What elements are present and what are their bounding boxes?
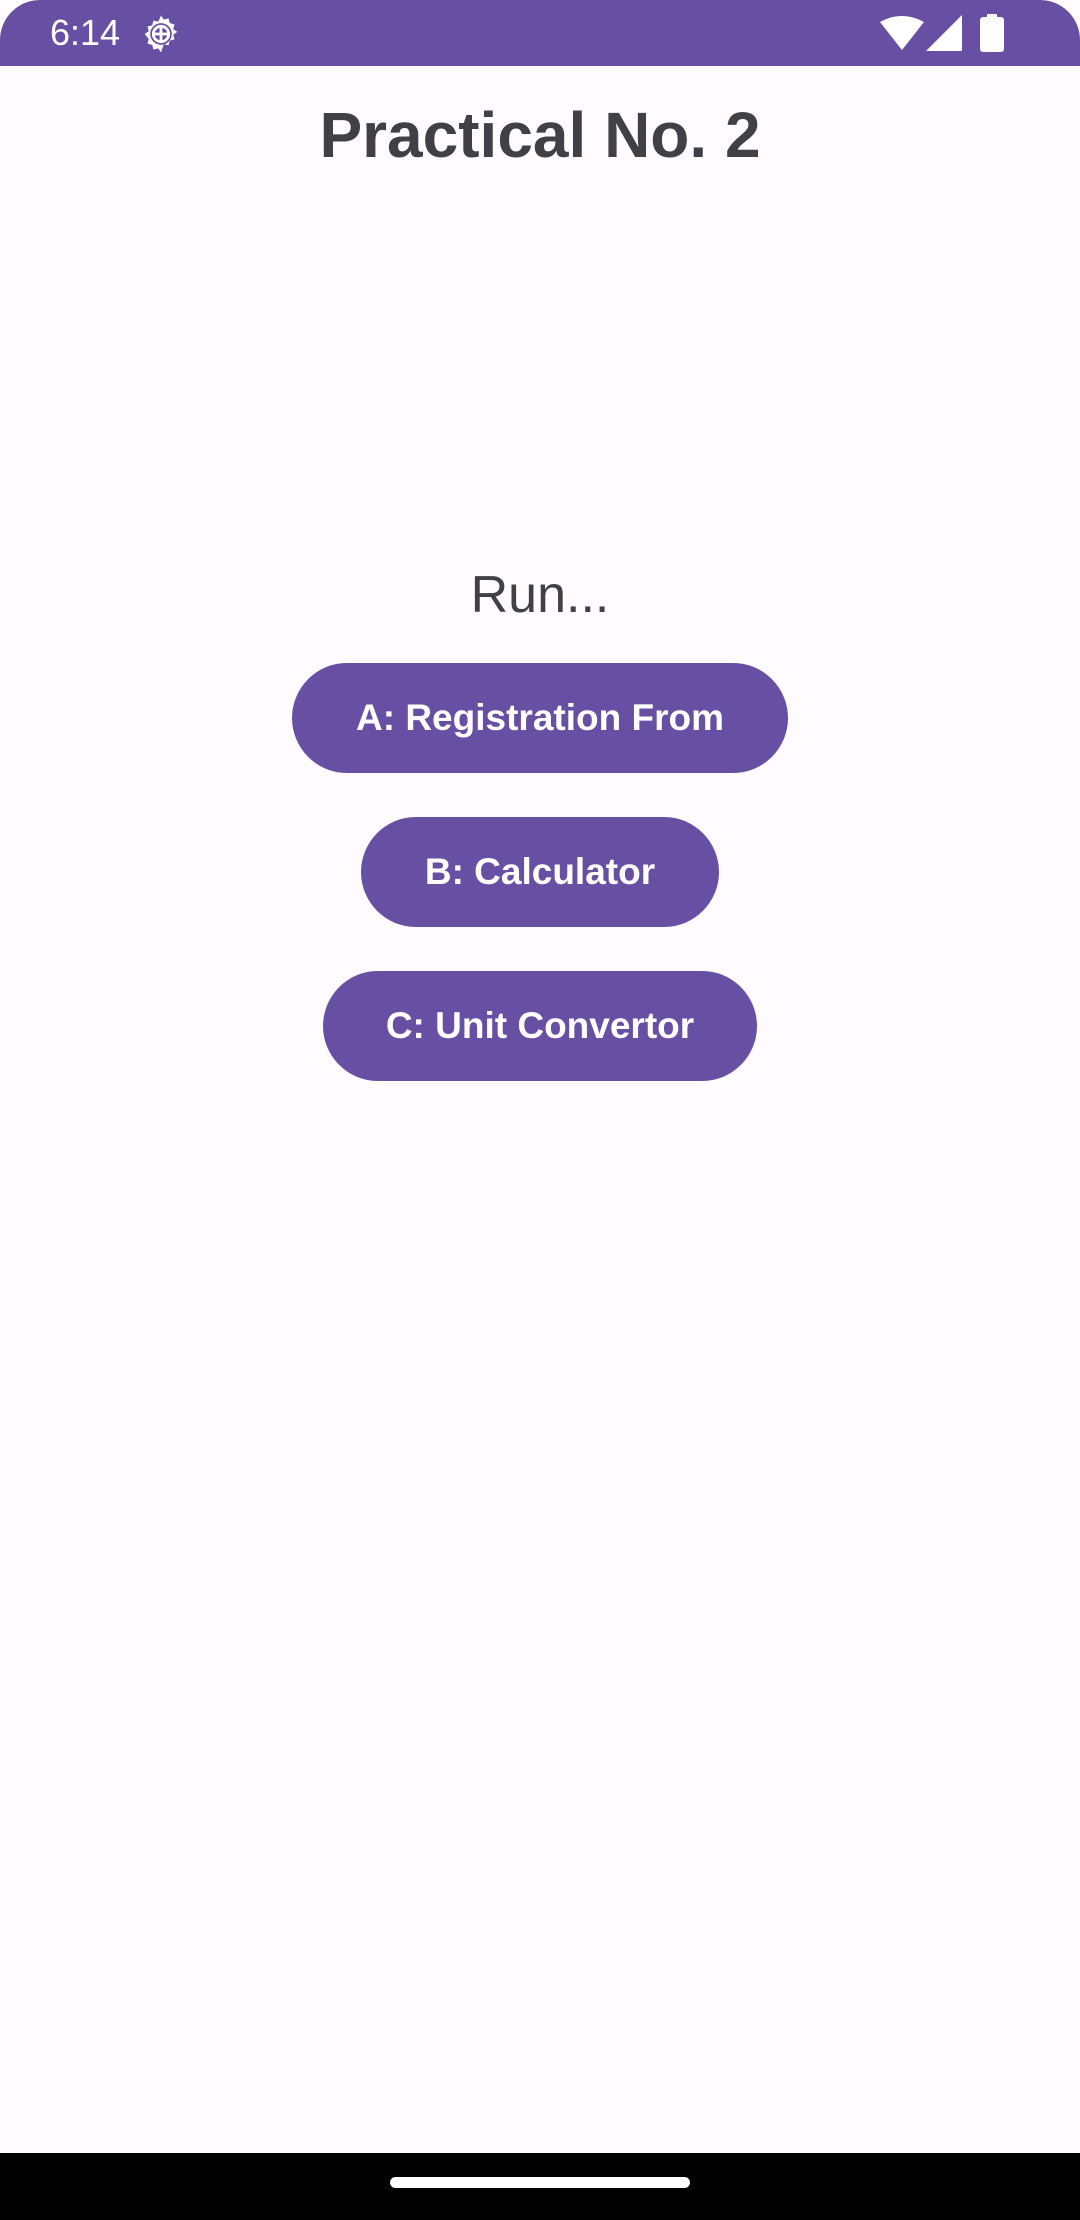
registration-form-button[interactable]: A: Registration From [292,663,788,773]
signal-icon [926,15,962,51]
page-title: Practical No. 2 [319,99,761,171]
calculator-button[interactable]: B: Calculator [361,817,719,927]
gear-icon [144,15,178,53]
navigation-bar [0,2153,1080,2220]
wifi-icon [880,16,924,50]
battery-icon [980,14,1004,52]
status-time: 6:14 [50,12,121,53]
home-indicator[interactable] [390,2177,690,2188]
unit-convertor-button[interactable]: C: Unit Convertor [323,971,757,1081]
status-bar: 6:14 [0,0,1080,66]
run-label: Run... [470,566,610,624]
